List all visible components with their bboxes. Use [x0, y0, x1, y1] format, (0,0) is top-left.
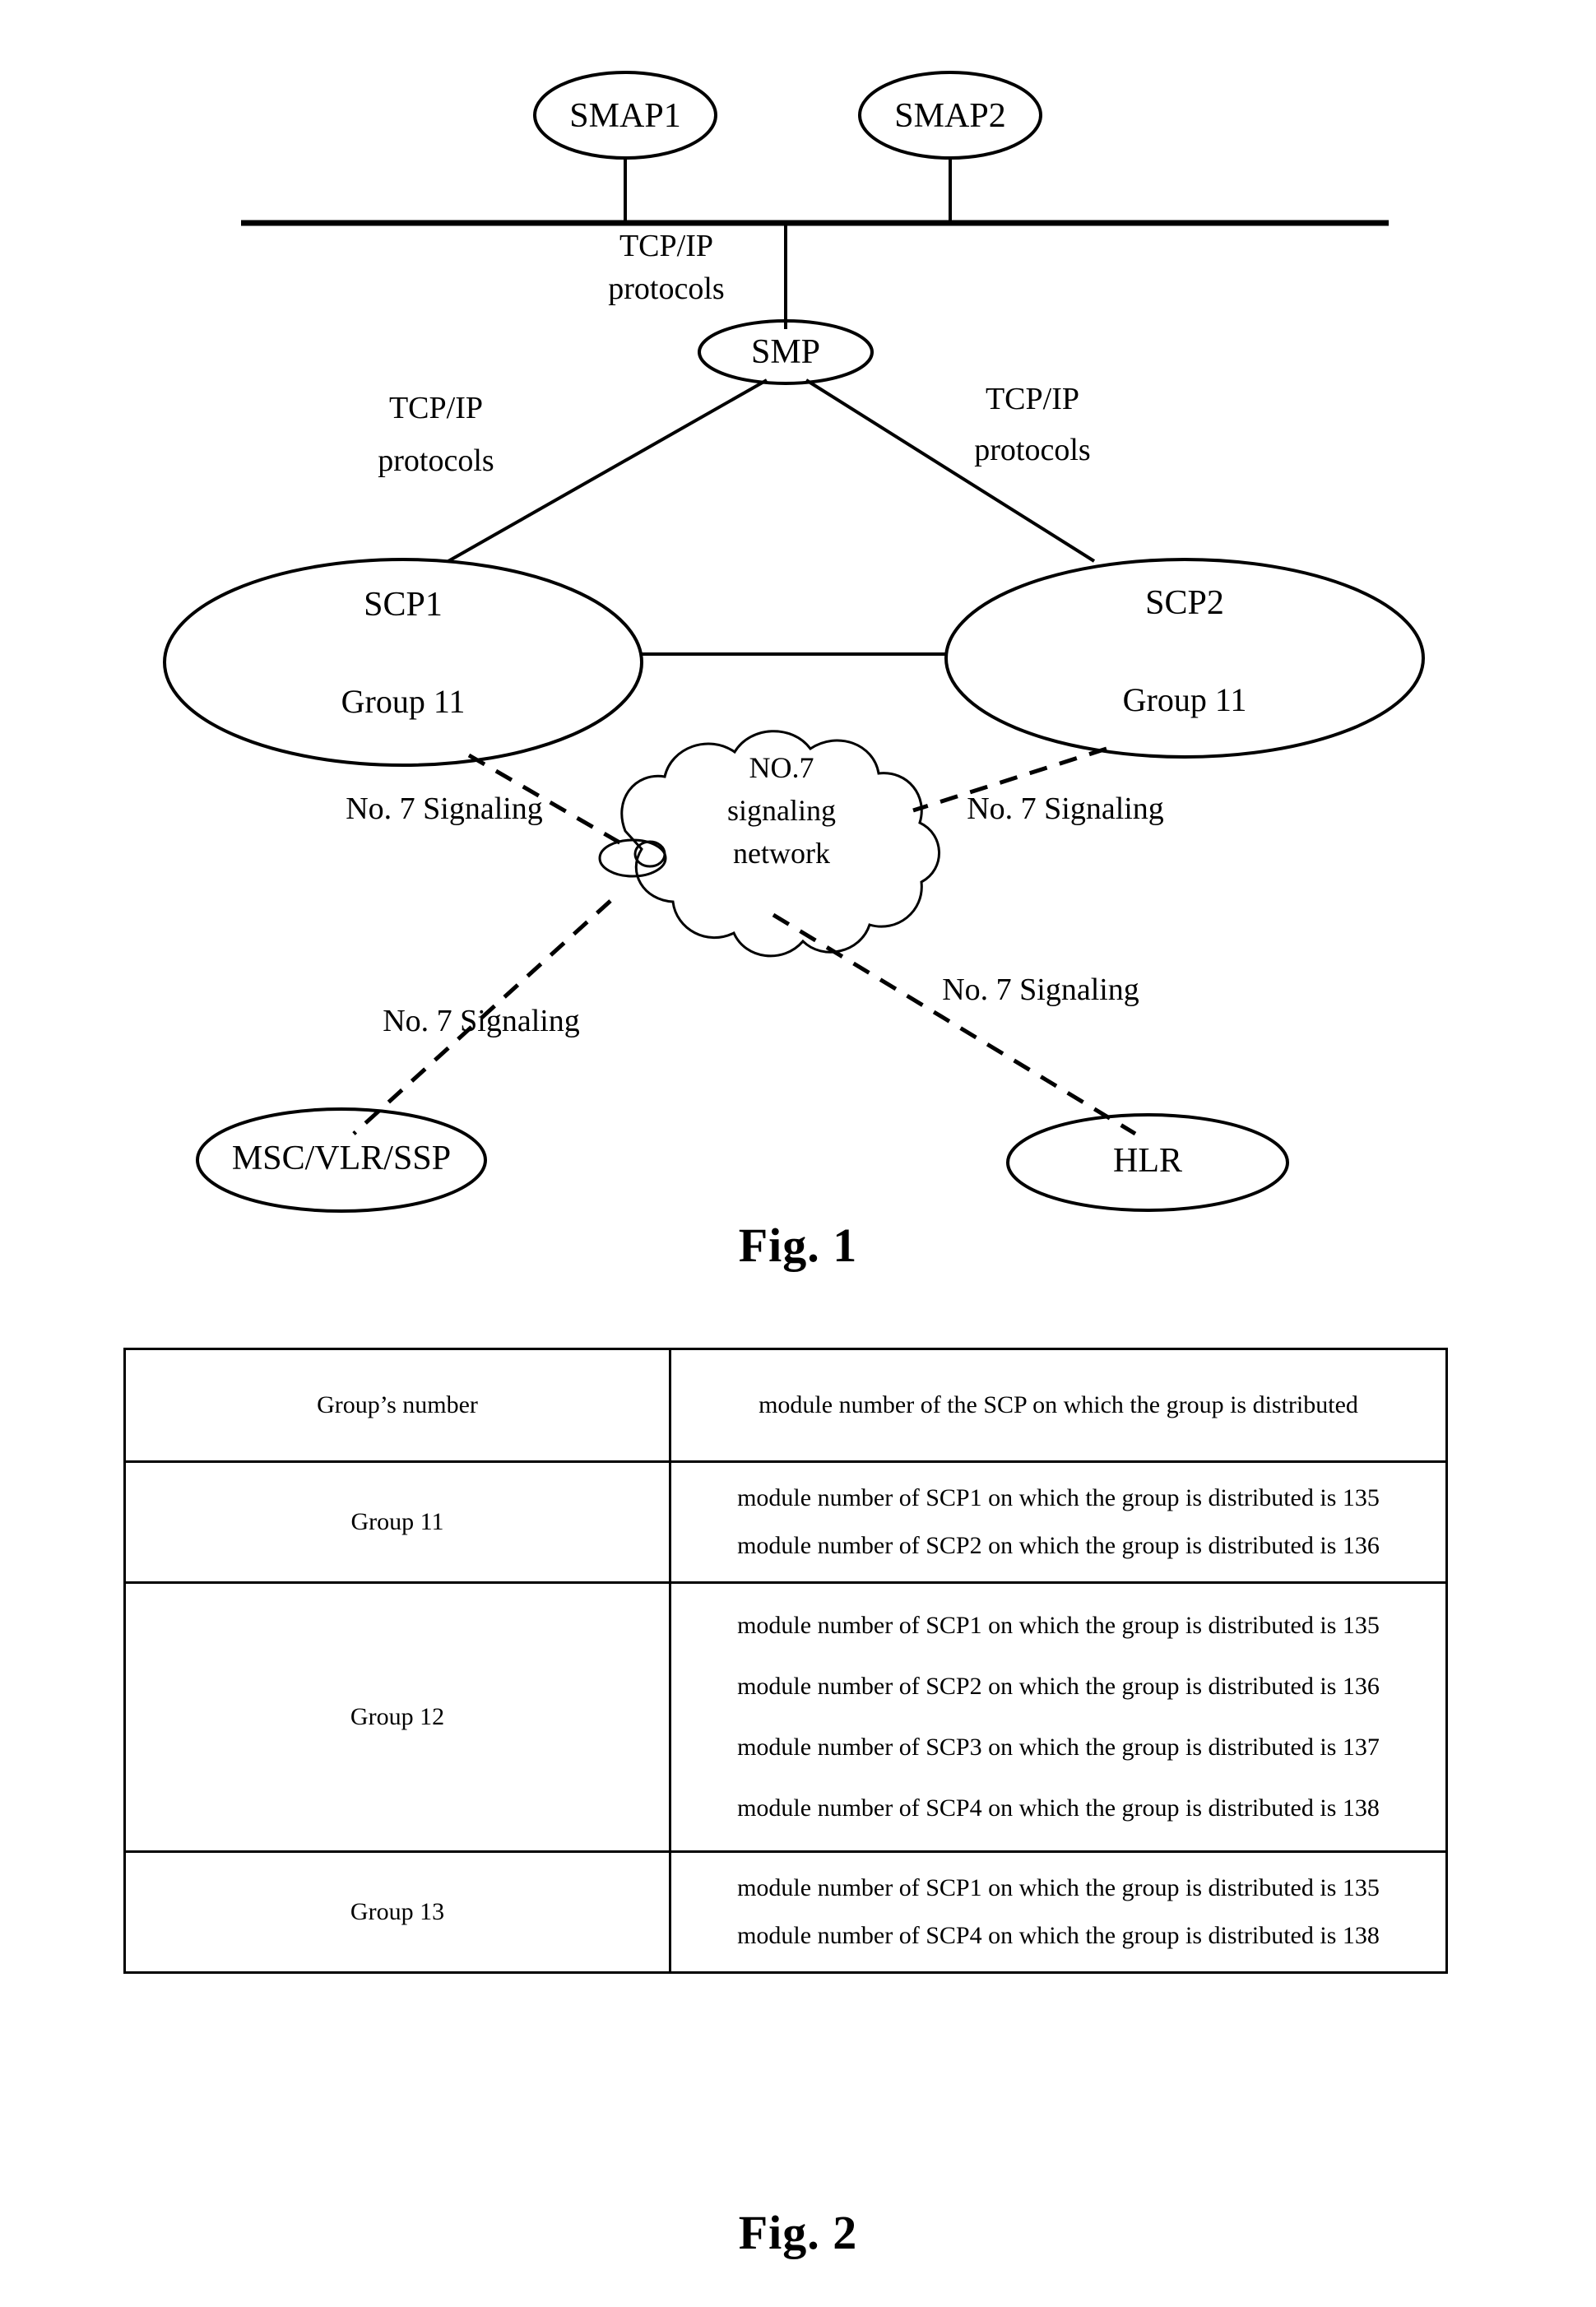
table-row: Group 11 module number of SCP1 on which … — [123, 1460, 1448, 1584]
msc-no7-signaling-label: No. 7 Signaling — [383, 1004, 580, 1038]
cloud-label-line3: network — [733, 837, 830, 870]
table-row: Group 12 module number of SCP1 on which … — [123, 1581, 1448, 1853]
hlr-node-label: HLR — [1113, 1142, 1182, 1180]
table-header-row: Group’s number module number of the SCP … — [123, 1348, 1448, 1463]
smap1-node-label: SMAP1 — [569, 97, 681, 135]
module-line: module number of SCP3 on which the group… — [737, 1734, 1380, 1761]
row-group-label: Group 11 — [123, 1460, 671, 1584]
left-tcpip-label-line2: protocols — [378, 443, 494, 478]
module-line: module number of SCP2 on which the group… — [737, 1673, 1380, 1700]
table-row: Group 13 module number of SCP1 on which … — [123, 1850, 1448, 1974]
module-line: module number of SCP1 on which the group… — [737, 1612, 1380, 1639]
hlr-no7-signaling-label: No. 7 Signaling — [942, 972, 1139, 1007]
module-line: module number of SCP4 on which the group… — [737, 1794, 1380, 1822]
smap2-node-label: SMAP2 — [894, 97, 1006, 135]
figure-2-caption: Fig. 2 — [738, 2206, 858, 2259]
row-group-label: Group 13 — [123, 1850, 671, 1974]
cloud-label-line1: NO.7 — [749, 751, 814, 784]
hlr-no7-dashed-link — [772, 912, 1137, 1136]
bus-tcpip-label-line1: TCP/IP — [619, 229, 714, 263]
header-module-text: module number of the SCP on which the gr… — [759, 1391, 1358, 1418]
row-module-list: module number of SCP1 on which the group… — [669, 1850, 1448, 1974]
smp-node-label: SMP — [750, 333, 821, 371]
scp1-no7-signaling-label: No. 7 Signaling — [346, 791, 543, 826]
right-tcpip-label-line2: protocols — [974, 433, 1091, 467]
module-line: module number of SCP2 on which the group… — [737, 1532, 1380, 1559]
scp1-node-label: SCP1 — [364, 586, 443, 624]
scp2-no7-signaling-label: No. 7 Signaling — [967, 791, 1164, 826]
header-cell-group-number: Group’s number — [123, 1348, 671, 1463]
scp2-node-label: SCP2 — [1145, 584, 1224, 622]
figure-1-diagram: SMAP1 SMAP2 TCP/IP protocols SMP TCP/IP … — [0, 0, 1596, 1300]
module-line: module number of SCP1 on which the group… — [737, 1484, 1380, 1511]
module-line: module number of SCP1 on which the group… — [737, 1874, 1380, 1901]
left-tcpip-label-line1: TCP/IP — [388, 391, 484, 425]
figure-1-caption: Fig. 1 — [738, 1218, 858, 1272]
figure-1-svg — [163, 71, 1425, 1213]
cloud-label-line2: signaling — [727, 794, 836, 827]
msc-vlr-ssp-node-label: MSC/VLR/SSP — [231, 1140, 452, 1177]
header-cell-module-number: module number of the SCP on which the gr… — [669, 1348, 1448, 1463]
figure-2-table-block: Group’s number module number of the SCP … — [0, 1316, 1596, 2307]
row-module-list: module number of SCP1 on which the group… — [669, 1460, 1448, 1584]
row-group-label: Group 12 — [123, 1581, 671, 1853]
row-module-list: module number of SCP1 on which the group… — [669, 1581, 1448, 1853]
right-tcpip-label-line1: TCP/IP — [985, 382, 1080, 416]
bus-tcpip-label-line2: protocols — [608, 272, 725, 306]
scp1-group-label: Group 11 — [341, 683, 466, 720]
group-distribution-table: Group’s number module number of the SCP … — [123, 1348, 1448, 1974]
module-line: module number of SCP4 on which the group… — [737, 1922, 1380, 1949]
scp2-group-label: Group 11 — [1122, 681, 1247, 718]
